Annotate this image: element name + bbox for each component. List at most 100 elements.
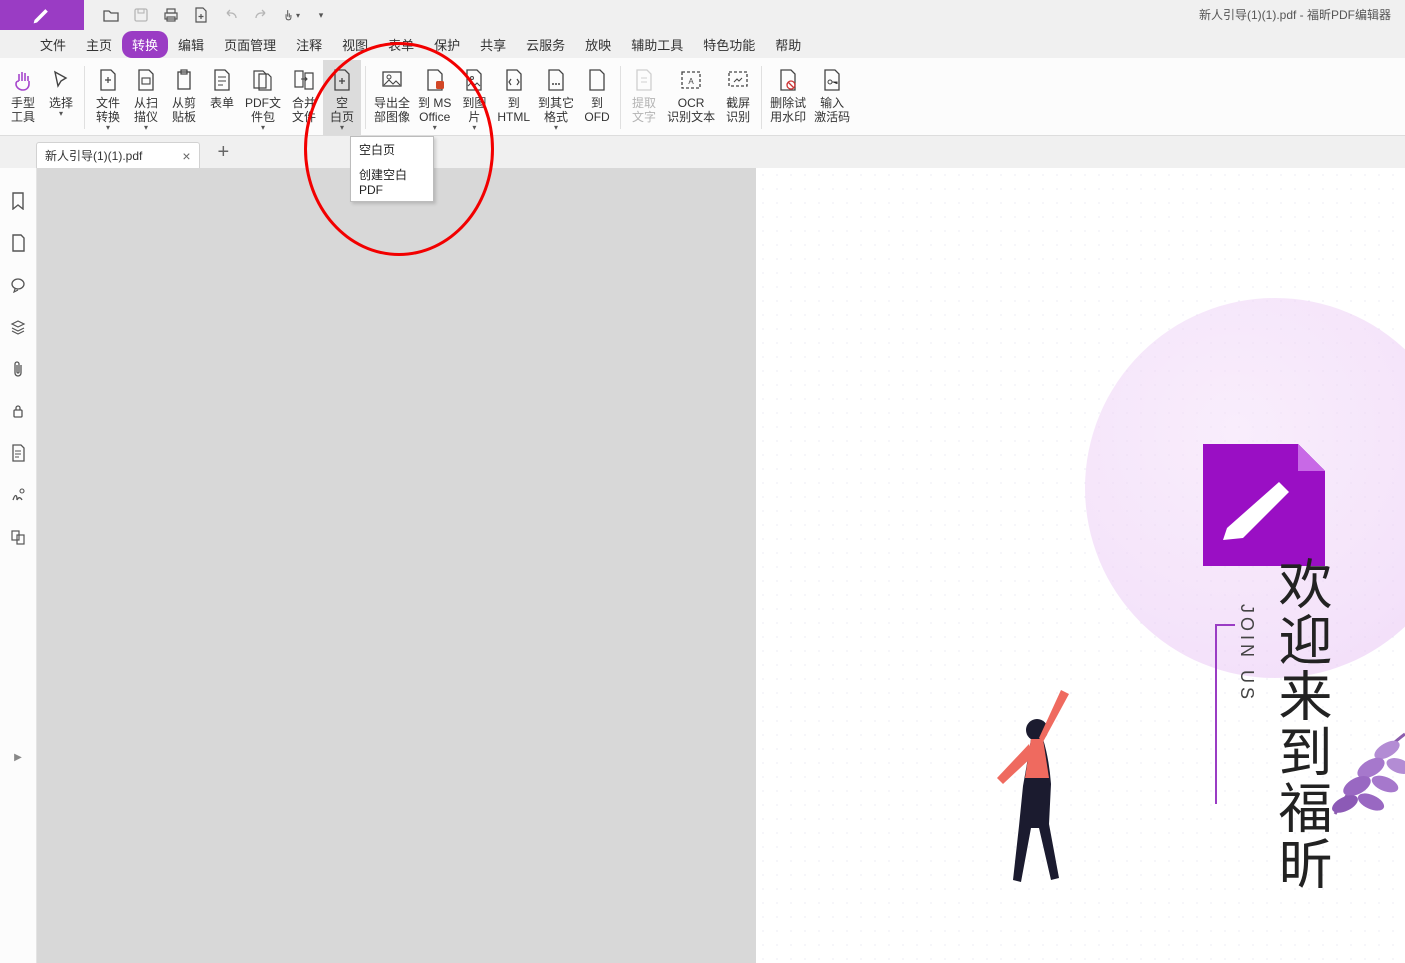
tab-title: 新人引导(1)(1).pdf <box>45 147 142 164</box>
image-icon <box>460 66 488 94</box>
form-button[interactable]: 表单 <box>203 60 241 135</box>
merge-files-button[interactable]: 合并 文件 <box>285 60 323 135</box>
from-scanner-button[interactable]: 从扫 描仪 ▾ <box>127 60 165 135</box>
remove-watermark-button[interactable]: 删除试 用水印 <box>766 60 810 135</box>
blank-page-button[interactable]: 空 白页 ▾ <box>323 60 361 135</box>
menu-accessibility[interactable]: 辅助工具 <box>621 31 693 58</box>
to-office-label: 到 MS Office <box>418 96 451 124</box>
html-icon <box>500 66 528 94</box>
extract-text-label: 提取 文字 <box>632 96 656 124</box>
key-icon <box>818 66 846 94</box>
to-other-label: 到其它 格式 <box>538 96 574 124</box>
export-images-label: 导出全 部图像 <box>374 96 410 124</box>
compare-icon[interactable] <box>9 528 27 546</box>
portfolio-icon <box>249 66 277 94</box>
document-viewport[interactable]: JOIN US 欢迎来到福昕 <box>37 168 1405 963</box>
undo-icon[interactable] <box>222 6 240 24</box>
document-tab-bar: 新人引导(1)(1).pdf × + <box>0 136 1405 168</box>
signature-icon[interactable] <box>9 486 27 504</box>
ofd-icon <box>583 66 611 94</box>
ocr-button[interactable]: A OCR 识别文本 <box>663 60 719 135</box>
foxit-pen-icon <box>31 5 53 25</box>
menu-present[interactable]: 放映 <box>575 31 621 58</box>
save-icon[interactable] <box>132 6 150 24</box>
cursor-icon <box>47 66 75 94</box>
open-icon[interactable] <box>102 6 120 24</box>
menu-form[interactable]: 表单 <box>378 31 424 58</box>
new-page-icon[interactable] <box>192 6 210 24</box>
menu-edit[interactable]: 编辑 <box>168 31 214 58</box>
to-other-button[interactable]: 到其它 格式 ▾ <box>534 60 578 135</box>
app-logo[interactable] <box>0 0 84 30</box>
security-icon[interactable] <box>9 402 27 420</box>
expand-handle-icon[interactable]: ▶ <box>14 752 22 763</box>
touch-mode-icon[interactable]: ▾ <box>282 6 300 24</box>
merge-files-label: 合并 文件 <box>292 96 316 124</box>
screenshot-ocr-button[interactable]: 截屏 识别 <box>719 60 757 135</box>
decorative-line <box>1215 624 1217 804</box>
to-ofd-label: 到 OFD <box>584 96 609 124</box>
to-html-button[interactable]: 到 HTML <box>493 60 534 135</box>
office-icon <box>421 66 449 94</box>
to-html-label: 到 HTML <box>497 96 530 124</box>
extract-text-button: 提取 文字 <box>625 60 663 135</box>
select-button[interactable]: 选择 ▾ <box>42 60 80 135</box>
merge-icon <box>290 66 318 94</box>
from-clipboard-button[interactable]: 从剪 贴板 <box>165 60 203 135</box>
pdf-portfolio-button[interactable]: PDF文 件包 ▾ <box>241 60 285 135</box>
redo-icon[interactable] <box>252 6 270 24</box>
chevron-down-icon: ▾ <box>554 123 558 132</box>
menu-share[interactable]: 共享 <box>470 31 516 58</box>
dropdown-blank-page[interactable]: 空白页 <box>351 137 433 162</box>
ocr-icon: A <box>677 66 705 94</box>
pages-icon[interactable] <box>9 234 27 252</box>
to-image-button[interactable]: 到图 片 ▾ <box>455 60 493 135</box>
menu-convert[interactable]: 转换 <box>122 31 168 58</box>
print-icon[interactable] <box>162 6 180 24</box>
to-ofd-button[interactable]: 到 OFD <box>578 60 616 135</box>
close-icon[interactable]: × <box>182 150 190 162</box>
menu-help[interactable]: 帮助 <box>765 31 811 58</box>
remove-watermark-label: 删除试 用水印 <box>770 96 806 124</box>
quick-access-toolbar: ▾ ▾ <box>84 6 330 24</box>
menu-file[interactable]: 文件 <box>30 31 76 58</box>
menu-features[interactable]: 特色功能 <box>693 31 765 58</box>
separator <box>761 66 762 129</box>
export-images-button[interactable]: 导出全 部图像 <box>370 60 414 135</box>
form-icon <box>208 66 236 94</box>
blank-page-label: 空 白页 <box>330 96 354 124</box>
bookmark-icon[interactable] <box>9 192 27 210</box>
document-page: JOIN US 欢迎来到福昕 <box>756 168 1405 963</box>
enter-key-button[interactable]: 输入 激活码 <box>810 60 854 135</box>
attachment-icon[interactable] <box>9 360 27 378</box>
hand-tool-button[interactable]: 手型 工具 <box>4 60 42 135</box>
export-images-icon <box>378 66 406 94</box>
file-convert-label: 文件 转换 <box>96 96 120 124</box>
scanner-icon <box>132 66 160 94</box>
comments-icon[interactable] <box>9 276 27 294</box>
menu-cloud[interactable]: 云服务 <box>516 31 575 58</box>
file-convert-button[interactable]: 文件 转换 ▾ <box>89 60 127 135</box>
hand-tool-label: 手型 工具 <box>11 96 35 124</box>
document-tab[interactable]: 新人引导(1)(1).pdf × <box>36 142 200 168</box>
left-sidebar: ▶ <box>0 168 37 963</box>
menu-view[interactable]: 视图 <box>332 31 378 58</box>
svg-text:A: A <box>688 77 694 86</box>
dropdown-create-blank-pdf[interactable]: 创建空白PDF <box>351 162 433 201</box>
menu-comment[interactable]: 注释 <box>286 31 332 58</box>
menu-page-manage[interactable]: 页面管理 <box>214 31 286 58</box>
chevron-down-icon: ▾ <box>106 123 110 132</box>
to-office-button[interactable]: 到 MS Office ▾ <box>414 60 455 135</box>
menu-protect[interactable]: 保护 <box>424 31 470 58</box>
main-area: ▶ JOIN US 欢迎来到福昕 <box>0 168 1405 963</box>
layers-icon[interactable] <box>9 318 27 336</box>
hand-icon <box>9 66 37 94</box>
form-fields-icon[interactable] <box>9 444 27 462</box>
add-tab-icon[interactable]: + <box>218 141 230 168</box>
form-label: 表单 <box>210 96 234 110</box>
menu-home[interactable]: 主页 <box>76 31 122 58</box>
qat-more-icon[interactable]: ▾ <box>312 6 330 24</box>
chevron-down-icon: ▾ <box>59 109 63 118</box>
person-illustration <box>969 686 1109 906</box>
to-image-label: 到图 片 <box>462 96 486 124</box>
